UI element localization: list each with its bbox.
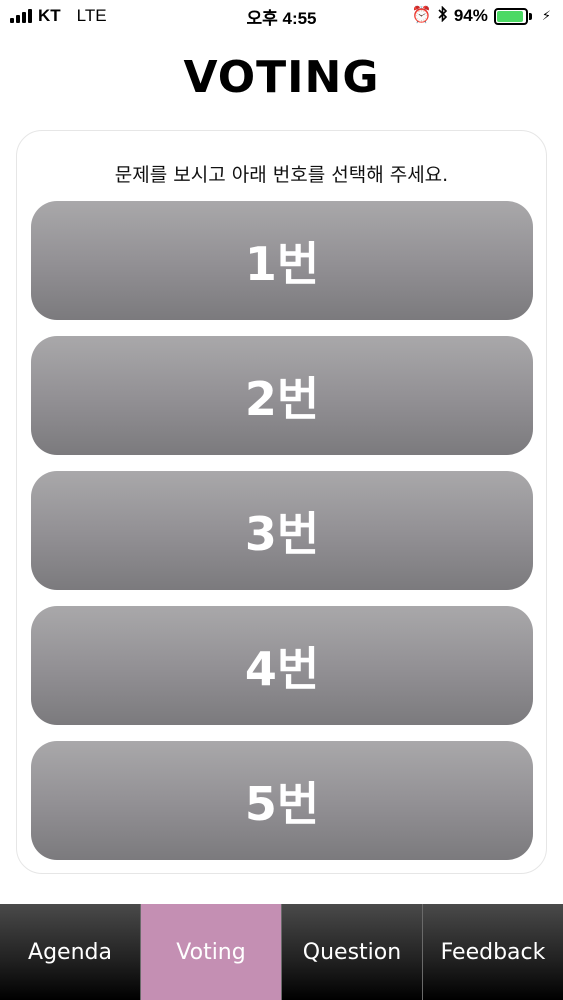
carrier-name: KT: [38, 6, 61, 25]
tab-bar: Agenda Voting Question Feedback: [0, 904, 563, 1000]
page-title: VOTING: [183, 52, 380, 103]
tab-question[interactable]: Question: [282, 904, 423, 1000]
voting-instruction: 문제를 보시고 아래 번호를 선택해 주세요.: [114, 164, 449, 186]
vote-option-1-button[interactable]: 1번: [31, 201, 533, 320]
signal-icon: [10, 9, 32, 23]
network-type: LTE: [76, 6, 107, 25]
bluetooth-icon: [438, 5, 448, 26]
battery-icon: [493, 7, 532, 25]
tab-agenda[interactable]: Agenda: [0, 904, 141, 1000]
tab-voting[interactable]: Voting: [141, 904, 282, 1000]
vote-option-5-button[interactable]: 5번: [31, 741, 533, 860]
status-bar: KT LTE 오후 4:55 ⏰ 94% ⚡: [0, 0, 563, 32]
voting-screen: KT LTE 오후 4:55 ⏰ 94% ⚡ VOTING 문제를 보시고 아래…: [0, 0, 563, 1000]
alarm-icon: ⏰: [411, 7, 432, 24]
vote-option-4-button[interactable]: 4번: [31, 606, 533, 725]
vote-option-3-button[interactable]: 3번: [31, 471, 533, 590]
battery-percent: 94%: [453, 6, 488, 25]
tab-feedback[interactable]: Feedback: [423, 904, 563, 1000]
vote-option-2-button[interactable]: 2번: [31, 336, 533, 455]
vote-options: 1번 2번 3번 4번 5번: [31, 201, 533, 876]
status-bar-right: ⏰ 94% ⚡: [411, 5, 551, 26]
status-bar-left: KT LTE: [10, 6, 107, 26]
charging-icon: ⚡: [541, 8, 551, 23]
